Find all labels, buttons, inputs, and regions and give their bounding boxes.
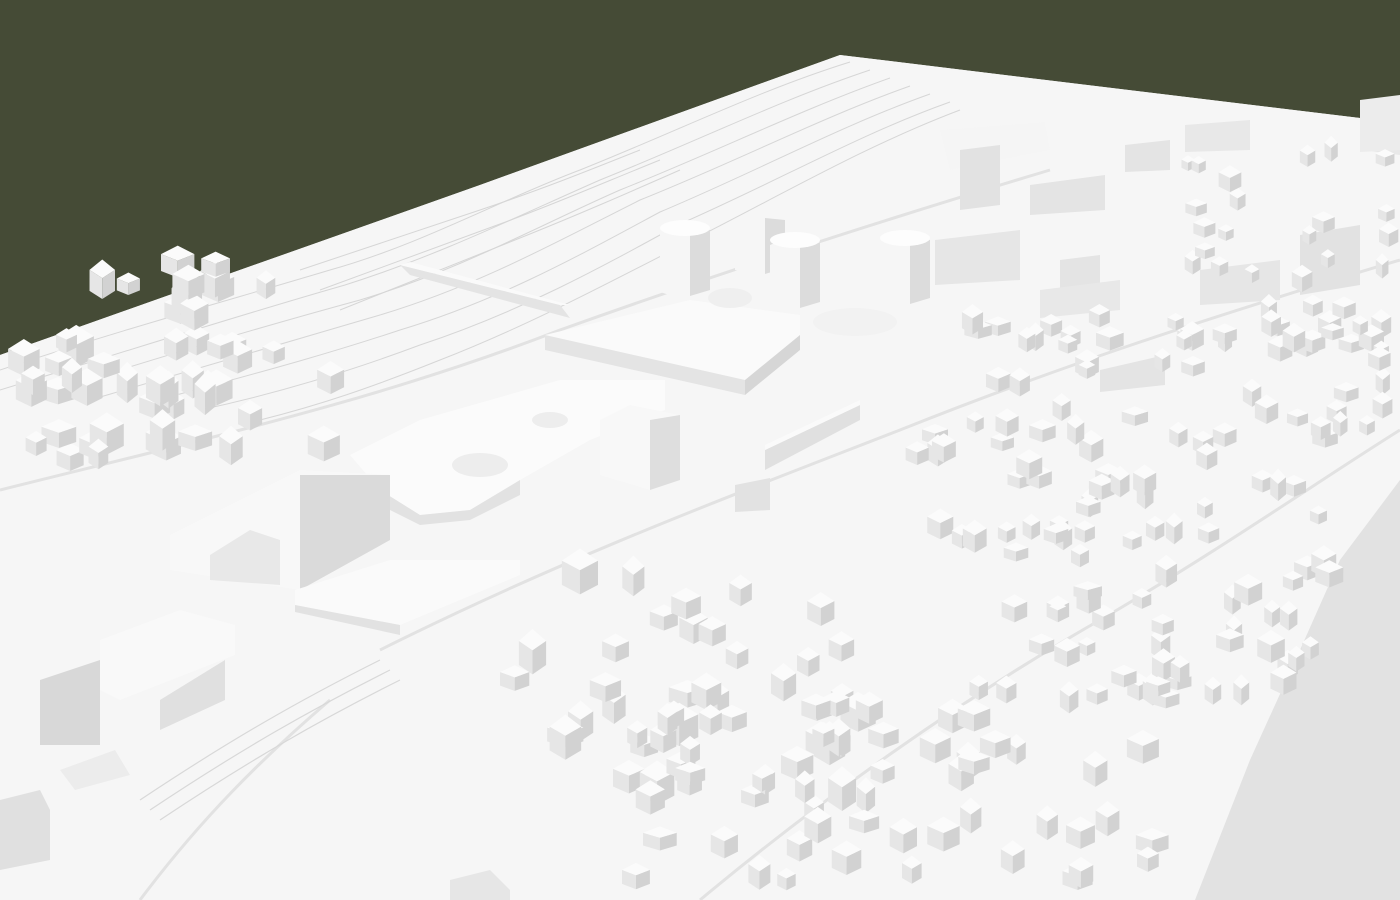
site-model-svg (0, 0, 1400, 900)
site-model-photo (0, 0, 1400, 900)
